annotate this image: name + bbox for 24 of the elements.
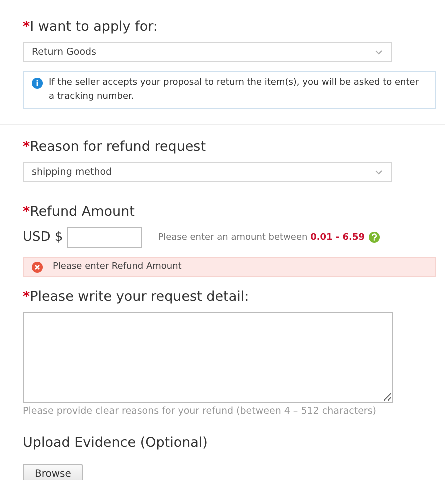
field-label: I want to apply for: bbox=[30, 19, 158, 35]
field-label: Refund Amount bbox=[30, 204, 135, 220]
detail-textarea[interactable] bbox=[23, 312, 393, 403]
required-mark: * bbox=[23, 204, 30, 220]
type-select[interactable]: Return Goods bbox=[23, 42, 392, 62]
amount-hint: Please enter an amount between 0.01 - 6.59 bbox=[158, 232, 365, 242]
browse-button[interactable]: Browse bbox=[23, 464, 84, 480]
required-mark: * bbox=[23, 289, 30, 305]
chevron-icon bbox=[375, 50, 383, 54]
error-text: Please enter Refund Amount bbox=[53, 262, 182, 272]
field-label: Upload Evidence (Optional) bbox=[23, 435, 208, 451]
info-text: If the seller accepts your proposal to return the item(s), you will be asked to enter a tracking number. bbox=[49, 77, 420, 104]
field-label: Please write your request detail: bbox=[30, 289, 250, 305]
currency-label: USD $ bbox=[23, 230, 64, 245]
amount-input[interactable] bbox=[67, 227, 142, 248]
help-icon[interactable] bbox=[369, 232, 380, 243]
required-mark: * bbox=[23, 19, 30, 35]
info-icon bbox=[32, 78, 43, 89]
chevron-icon bbox=[375, 170, 383, 174]
detail-hint: Please provide clear reasons for your refund (between 4 – 512 characters) bbox=[23, 406, 378, 417]
error-icon bbox=[32, 262, 43, 272]
field-label: Reason for refund request bbox=[30, 139, 206, 155]
reason-select[interactable]: shipping method bbox=[23, 162, 392, 182]
required-mark: * bbox=[23, 139, 30, 155]
